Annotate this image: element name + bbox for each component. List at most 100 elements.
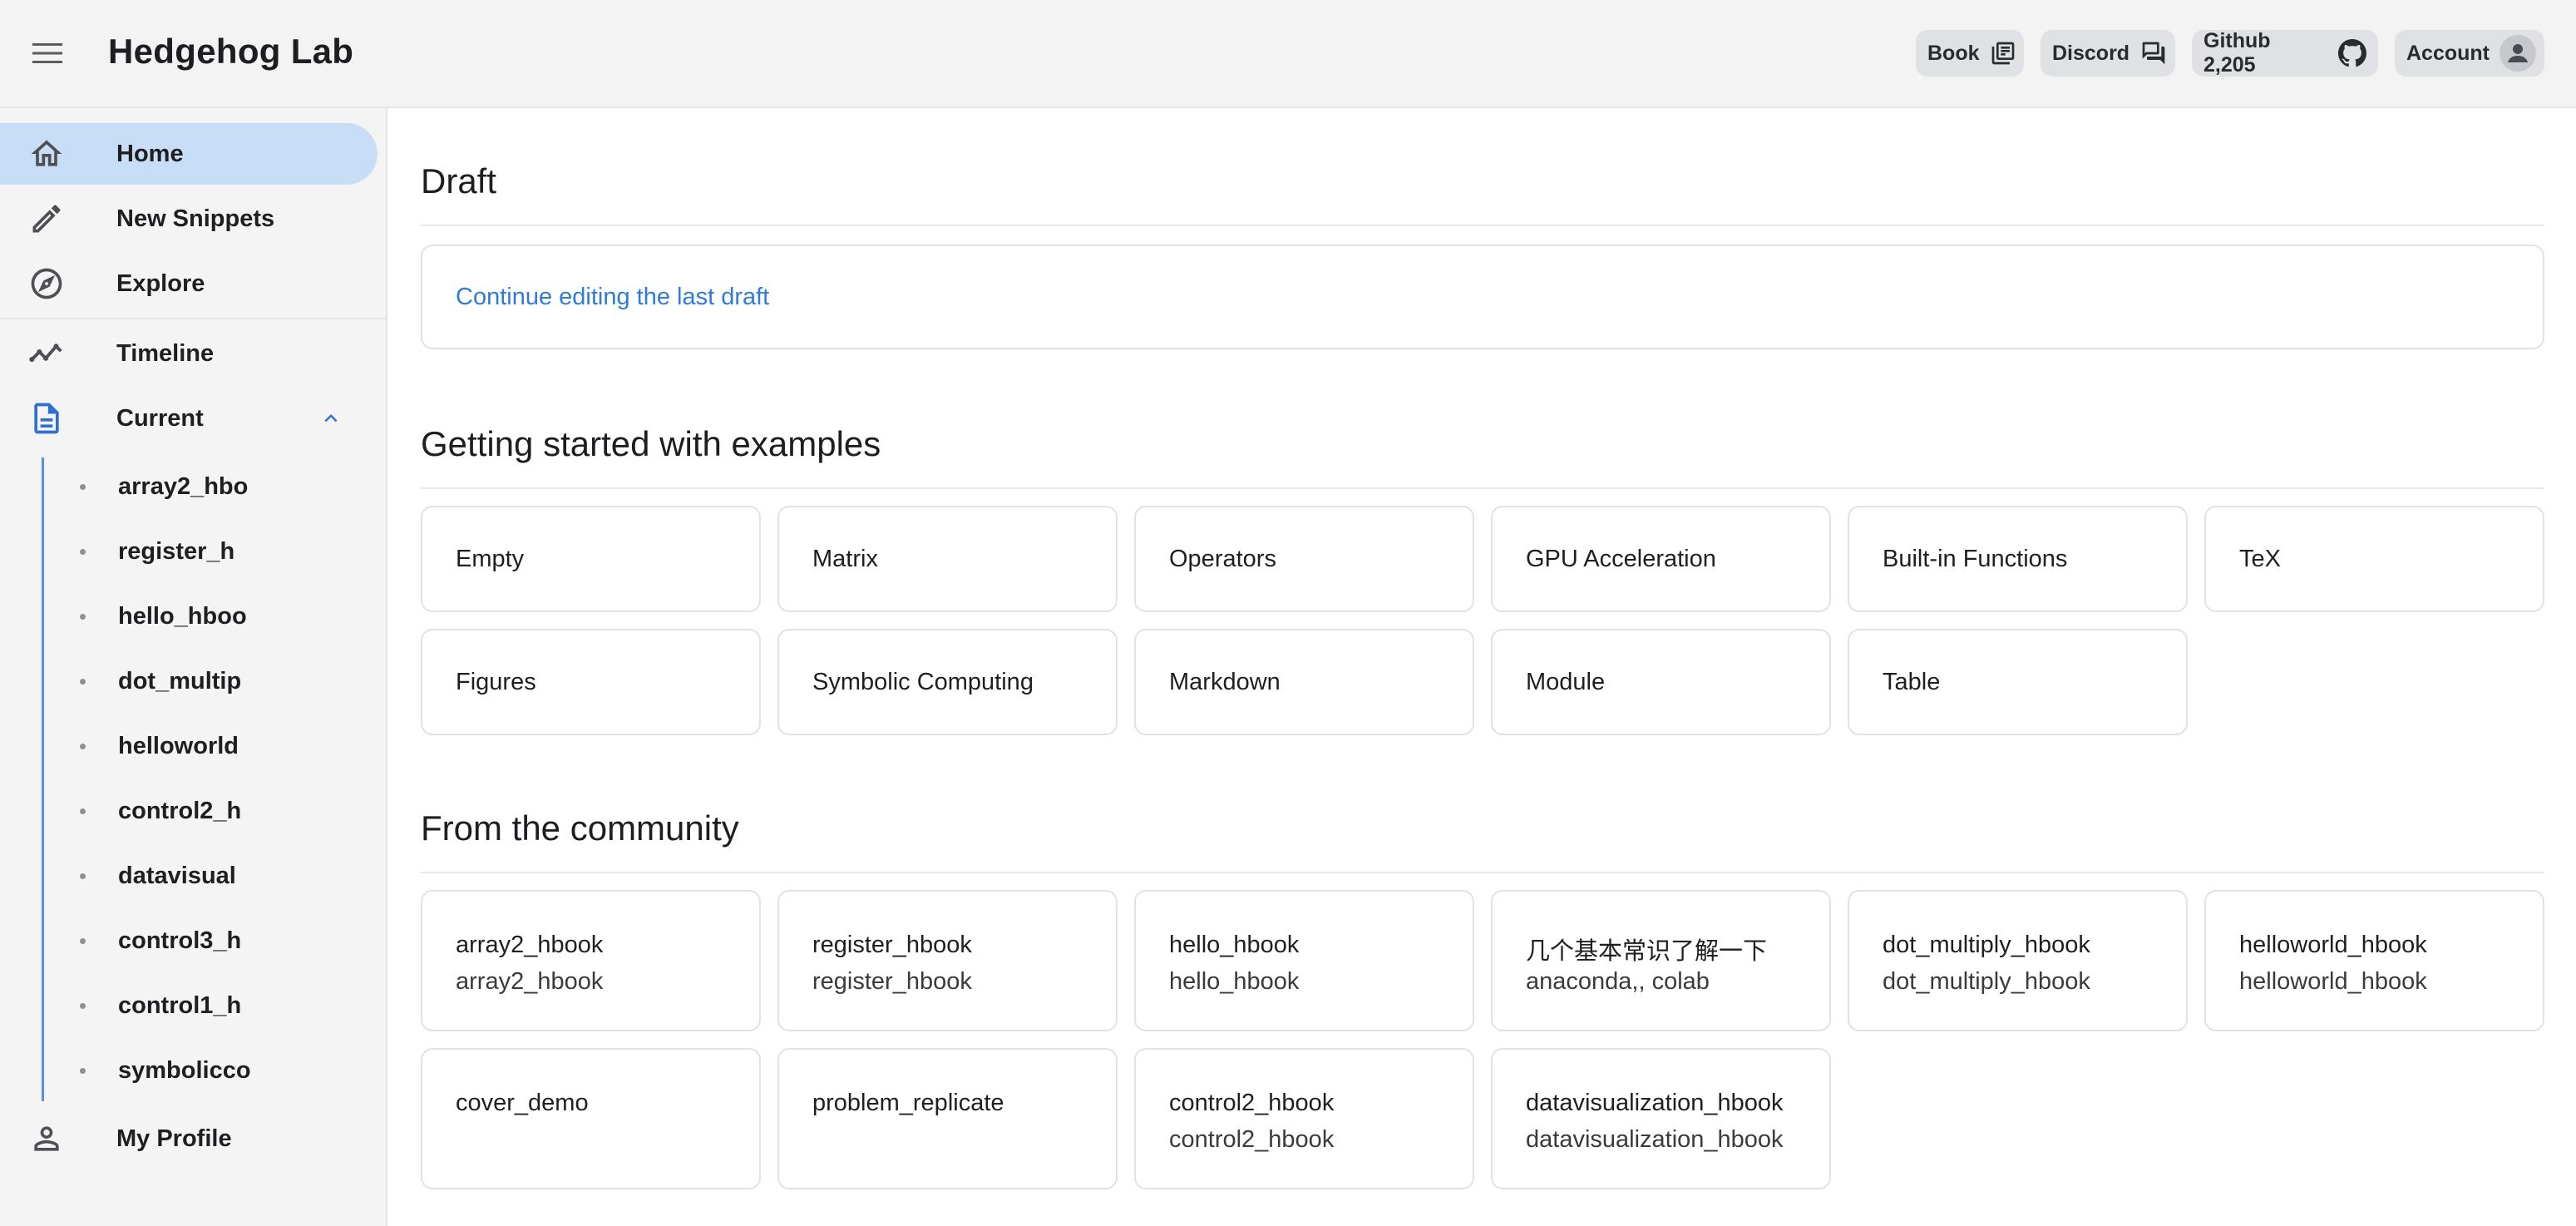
example-card-title: Matrix: [812, 546, 878, 572]
chevron-up-icon[interactable]: [314, 402, 348, 435]
community-card[interactable]: register_hbook register_hbook: [777, 890, 1118, 1031]
person-icon: [25, 1117, 68, 1160]
section-divider: [421, 872, 2544, 873]
community-card-subtitle: register_hbook: [812, 968, 972, 995]
bullet-dot: [80, 808, 86, 814]
community-card-subtitle: dot_multiply_hbook: [1883, 968, 2090, 995]
current-item[interactable]: control2_h: [0, 782, 378, 840]
current-item[interactable]: array2_hbo: [0, 457, 378, 516]
account-button-label: Account: [2406, 41, 2490, 65]
current-item-label: control3_h: [118, 927, 242, 954]
sidebar-item-current[interactable]: Current: [0, 388, 378, 449]
section-title-draft: Draft: [421, 161, 497, 200]
example-card-tex[interactable]: TeX: [2204, 506, 2544, 612]
pencil-icon: [25, 197, 68, 240]
sidebar-item-my-profile[interactable]: My Profile: [0, 1108, 378, 1169]
community-card-subtitle: control2_hbook: [1169, 1126, 1335, 1153]
community-card-subtitle: anaconda,, colab: [1526, 968, 1710, 995]
community-card[interactable]: dot_multiply_hbook dot_multiply_hbook: [1848, 890, 2188, 1031]
current-item[interactable]: control1_h: [0, 976, 378, 1035]
community-card-title: dot_multiply_hbook: [1883, 932, 2090, 958]
section-title-examples: Getting started with examples: [421, 424, 881, 463]
example-card-markdown[interactable]: Markdown: [1134, 629, 1474, 735]
community-card-subtitle: datavisualization_hbook: [1526, 1126, 1784, 1153]
book-button[interactable]: Book: [1916, 30, 2024, 77]
current-item-label: array2_hbo: [118, 472, 249, 500]
current-item[interactable]: symbolicco: [0, 1041, 378, 1100]
section-divider: [421, 487, 2544, 489]
sidebar-item-new-snippets[interactable]: New Snippets: [0, 188, 378, 250]
example-card-module[interactable]: Module: [1491, 629, 1831, 735]
example-card-symbolic-computing[interactable]: Symbolic Computing: [777, 629, 1118, 735]
example-card-title: GPU Acceleration: [1526, 546, 1716, 572]
bullet-dot: [80, 483, 86, 490]
bullet-dot: [80, 1067, 86, 1074]
continue-draft-link[interactable]: Continue editing the last draft: [456, 284, 769, 311]
community-card-title: array2_hbook: [456, 932, 604, 958]
example-card-matrix[interactable]: Matrix: [777, 506, 1118, 612]
current-item[interactable]: hello_hboo: [0, 587, 378, 645]
community-card[interactable]: array2_hbook array2_hbook: [421, 890, 761, 1031]
community-card-title: problem_replicate: [812, 1090, 1004, 1116]
example-card-table[interactable]: Table: [1848, 629, 2188, 735]
discord-button-label: Discord: [2052, 41, 2130, 65]
current-item[interactable]: dot_multip: [0, 652, 378, 710]
community-card-title: hello_hbook: [1169, 932, 1300, 958]
example-card-title: Empty: [456, 546, 525, 572]
main-content: Draft Continue editing the last draft Ge…: [389, 108, 2576, 1226]
community-card-title: helloworld_hbook: [2239, 932, 2427, 958]
community-card-title: control2_hbook: [1169, 1090, 1335, 1116]
sidebar-item-timeline[interactable]: Timeline: [0, 323, 378, 384]
account-button[interactable]: Account: [2395, 30, 2544, 77]
example-card-gpu-acceleration[interactable]: GPU Acceleration: [1491, 506, 1831, 612]
current-item-label: control1_h: [118, 991, 242, 1019]
menu-icon[interactable]: [28, 37, 67, 70]
timeline-icon: [25, 332, 68, 375]
sidebar-item-explore[interactable]: Explore: [0, 253, 378, 314]
compass-icon: [25, 262, 68, 305]
example-card-title: Table: [1883, 669, 1941, 695]
example-card-title: Symbolic Computing: [812, 669, 1034, 695]
current-item-label: helloworld: [118, 732, 239, 759]
community-card-title: datavisualization_hbook: [1526, 1090, 1784, 1116]
bullet-dot: [80, 678, 86, 685]
book-icon: [1990, 40, 2016, 67]
community-card[interactable]: datavisualization_hbook datavisualizatio…: [1491, 1048, 1831, 1189]
current-item[interactable]: helloworld: [0, 717, 378, 775]
section-divider: [421, 225, 2544, 226]
github-icon: [2338, 39, 2366, 67]
community-card[interactable]: control2_hbook control2_hbook: [1134, 1048, 1474, 1189]
sidebar-item-label: Timeline: [116, 339, 215, 367]
sidebar-item-home[interactable]: Home: [0, 123, 378, 185]
community-card[interactable]: 几个基本常识了解一下 anaconda,, colab: [1491, 890, 1831, 1031]
community-card[interactable]: cover_demo: [421, 1048, 761, 1189]
sidebar-item-label: New Snippets: [116, 205, 275, 232]
bullet-dot: [80, 548, 86, 555]
example-card-built-in-functions[interactable]: Built-in Functions: [1848, 506, 2188, 612]
github-button[interactable]: Github 2,205: [2192, 29, 2378, 77]
current-item-label: register_h: [118, 537, 235, 565]
example-card-figures[interactable]: Figures: [421, 629, 761, 735]
sidebar-item-label: Home: [116, 140, 184, 167]
community-card[interactable]: problem_replicate: [777, 1048, 1118, 1189]
example-card-operators[interactable]: Operators: [1134, 506, 1474, 612]
bullet-dot: [80, 873, 86, 879]
person-avatar-icon: [2500, 35, 2536, 72]
example-card-title: Module: [1526, 669, 1606, 695]
home-icon: [25, 132, 68, 175]
example-card-empty[interactable]: Empty: [421, 506, 761, 612]
bullet-dot: [80, 937, 86, 944]
discord-button[interactable]: Discord: [2041, 30, 2175, 77]
current-item[interactable]: register_h: [0, 522, 378, 581]
draft-card[interactable]: Continue editing the last draft: [421, 245, 2544, 349]
sidebar-item-label: My Profile: [116, 1125, 232, 1152]
current-item[interactable]: control3_h: [0, 912, 378, 970]
current-item[interactable]: datavisual: [0, 847, 378, 905]
community-card[interactable]: hello_hbook hello_hbook: [1134, 890, 1474, 1031]
sidebar-item-label: Current: [116, 404, 204, 432]
community-card[interactable]: helloworld_hbook helloworld_hbook: [2204, 890, 2544, 1031]
community-card-subtitle: helloworld_hbook: [2239, 968, 2427, 995]
community-card-subtitle: array2_hbook: [456, 968, 604, 995]
github-button-label: Github 2,205: [2203, 29, 2271, 77]
example-card-title: Operators: [1169, 546, 1276, 572]
